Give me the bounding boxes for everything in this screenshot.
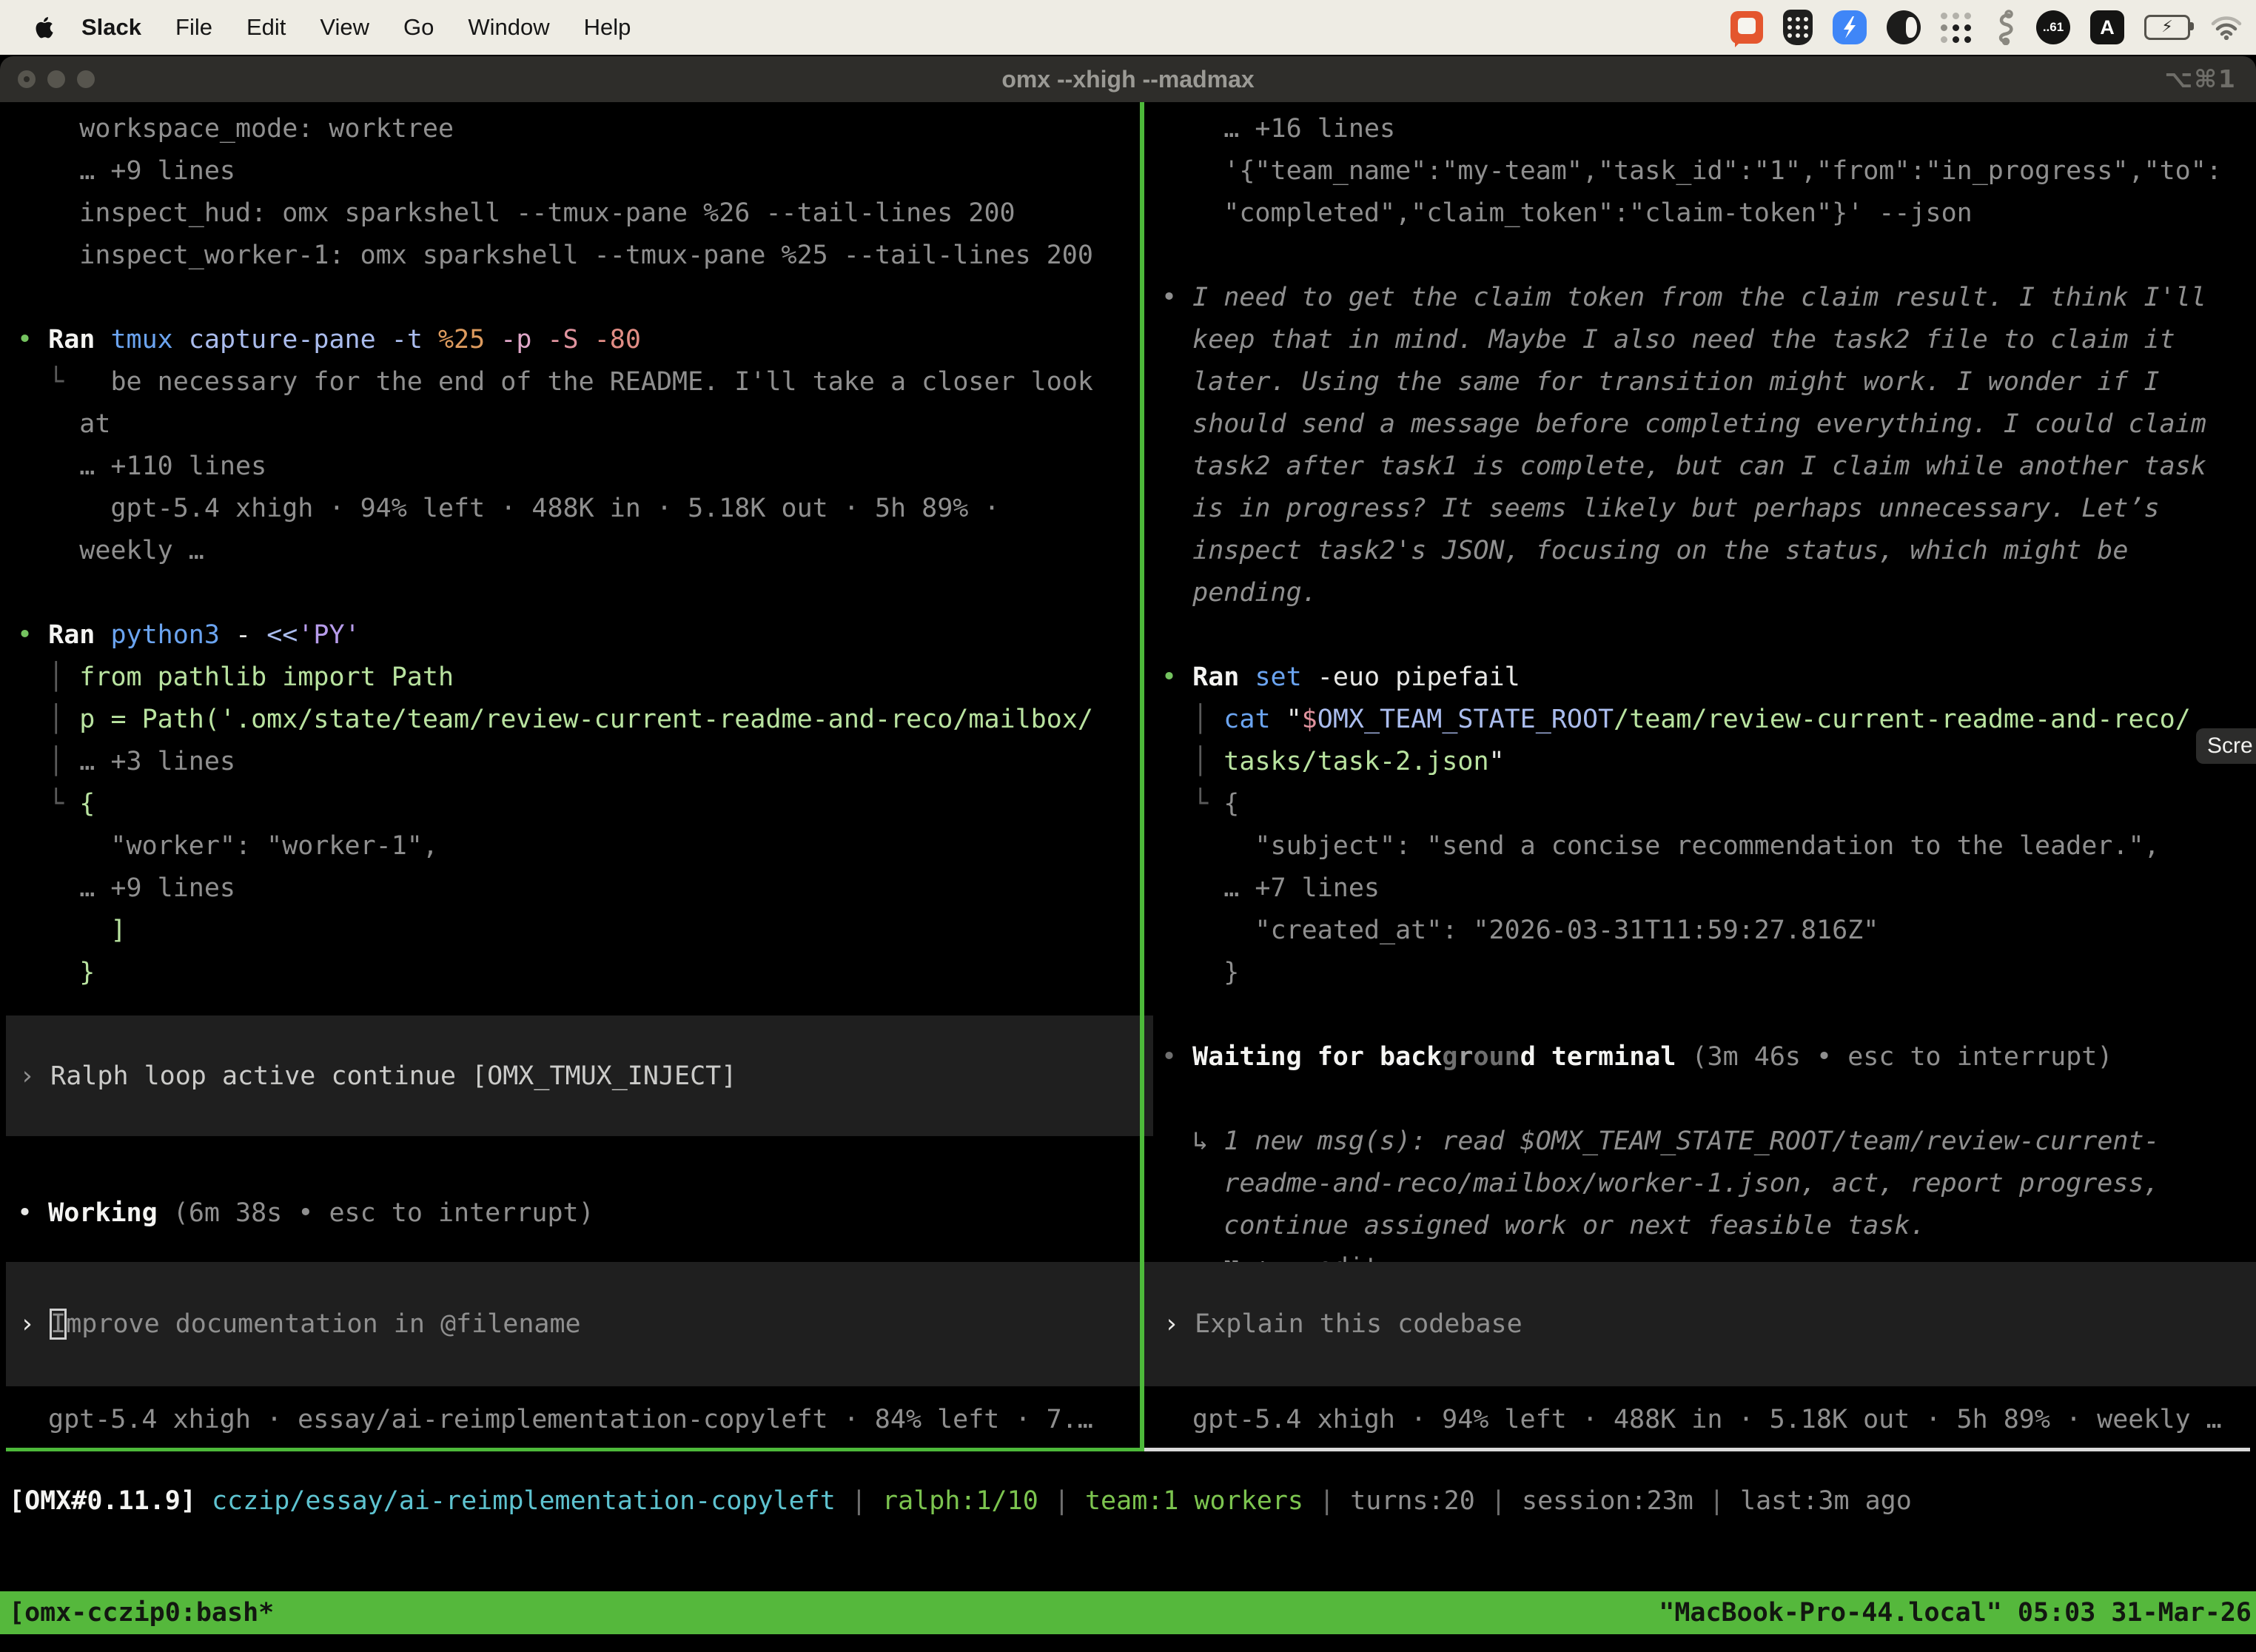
terminal-line: "worker": "worker-1", <box>6 825 1140 867</box>
terminal-line: later. Using the same for transition mig… <box>1150 361 2253 403</box>
terminal-line: • Ran python3 - <<'PY' <box>6 614 1140 657</box>
terminal-line: readme-and-reco/mailbox/worker-1.json, a… <box>1150 1163 2253 1205</box>
terminal-line: • I need to get the claim token from the… <box>1150 277 2253 319</box>
right-pane-scrollback[interactable]: … +16 lines '{"team_name":"my-team","tas… <box>1150 108 2253 1292</box>
terminal-line: should send a message before completing … <box>1150 403 2253 446</box>
terminal-line: • Ran set -euo pipefail <box>1150 657 2253 699</box>
omx-session-statusbar: [OMX#0.11.9] cczip/essay/ai-reimplementa… <box>9 1480 2256 1522</box>
terminal-line: gpt-5.4 xhigh · 94% left · 488K in · 5.1… <box>6 488 1140 530</box>
terminal-line: … +7 lines <box>1150 867 2253 910</box>
chat-app-icon[interactable] <box>1730 11 1763 44</box>
input-source-icon[interactable]: A <box>2090 10 2124 44</box>
terminal-line: … +16 lines <box>1150 108 2253 150</box>
window-shortcut-hint: ⌥⌘1 <box>2164 56 2237 102</box>
terminal-line: keep that in mind. Maybe I also need the… <box>1150 319 2253 361</box>
terminal-line: inspect_hud: omx sparkshell --tmux-pane … <box>6 192 1140 235</box>
terminal-line: │ … +3 lines <box>6 741 1140 783</box>
left-pane-scrollback[interactable]: workspace_mode: worktree … +9 lines insp… <box>6 108 1140 1011</box>
menu-item-help[interactable]: Help <box>567 14 648 41</box>
terminal-line: '{"team_name":"my-team","task_id":"1","f… <box>1150 150 2253 192</box>
tmux-pane-divider[interactable] <box>1140 102 1144 1451</box>
terminal-line: … +110 lines <box>6 446 1140 488</box>
terminal-line: … +9 lines <box>6 150 1140 192</box>
apple-menu-icon[interactable] <box>34 16 54 39</box>
terminal-line: pending. <box>1150 572 2253 614</box>
window-title: omx --xhigh --madmax <box>0 56 2256 102</box>
terminal-line: │ tasks/task-2.json" <box>1150 741 2253 783</box>
menu-item-slack[interactable]: Slack <box>64 14 158 41</box>
menu-item-go[interactable]: Go <box>386 14 451 41</box>
blue-bolt-icon[interactable] <box>1833 10 1867 44</box>
menubar-status-icons: ..61 A ⚡ <box>1730 0 2243 55</box>
terminal-line: at <box>6 403 1140 446</box>
terminal-line: } <box>6 952 1140 994</box>
right-pane-bottom-border <box>1144 1448 2250 1451</box>
terminal-line: └ { <box>6 783 1140 825</box>
window-titlebar[interactable]: omx --xhigh --madmax ⌥⌘1 <box>0 56 2256 102</box>
battery-icon[interactable]: ⚡ <box>2144 15 2190 40</box>
terminal-window: omx --xhigh --madmax ⌥⌘1 workspace_mode:… <box>0 56 2256 1652</box>
charging-bolt-icon: ⚡ <box>2161 19 2172 36</box>
screen-tooltip: Scre <box>2196 728 2256 764</box>
terminal-line: inspect task2's JSON, focusing on the st… <box>1150 530 2253 572</box>
contrast-circle-icon[interactable] <box>1887 10 1921 44</box>
terminal-line: • Ran tmux capture-pane -t %25 -p -S -80 <box>6 319 1140 361</box>
terminal-line <box>1150 614 2253 657</box>
wifi-icon[interactable] <box>2210 15 2243 40</box>
tmux-statusbar: [omx-cczip0:bash* "MacBook-Pro-44.local"… <box>0 1591 2256 1634</box>
left-pane-notice-box: › Ralph loop active continue [OMX_TMUX_I… <box>6 1015 1153 1136</box>
terminal-line: ↳ 1 new msg(s): read $OMX_TEAM_STATE_ROO… <box>1150 1121 2253 1163</box>
menu-item-file[interactable]: File <box>158 14 229 41</box>
menu-item-edit[interactable]: Edit <box>229 14 303 41</box>
terminal-line: weekly … <box>6 530 1140 572</box>
dots-grid-icon[interactable] <box>1941 13 1971 43</box>
terminal-line: continue assigned work or next feasible … <box>1150 1205 2253 1247</box>
terminal-line: task2 after task1 is complete, but can I… <box>1150 446 2253 488</box>
tmux-host-clock: "MacBook-Pro-44.local" 05:03 31-Mar-26 <box>1659 1598 2256 1628</box>
terminal-line: └ be necessary for the end of the README… <box>6 361 1140 403</box>
terminal-line: "subject": "send a concise recommendatio… <box>1150 825 2253 867</box>
macos-menubar: Slack File Edit View Go Window Help ..61… <box>0 0 2256 55</box>
terminal-line: "completed","claim_token":"claim-token"}… <box>1150 192 2253 235</box>
left-pane-working-status: • Working (6m 38s • esc to interrupt) <box>6 1192 1151 1235</box>
terminal-line: … +9 lines <box>6 867 1140 910</box>
terminal-line: is in progress? It seems likely but perh… <box>1150 488 2253 530</box>
menu-item-view[interactable]: View <box>303 14 386 41</box>
terminal-line: • Waiting for background terminal (3m 46… <box>1150 1036 2253 1078</box>
terminal-line <box>6 572 1140 614</box>
terminal-line: inspect_worker-1: omx sparkshell --tmux-… <box>6 235 1140 277</box>
right-pane-prompt-input[interactable]: › Explain this codebase <box>1150 1262 2256 1386</box>
terminal-content: workspace_mode: worktree … +9 lines insp… <box>0 102 2256 1652</box>
terminal-line: │ from pathlib import Path <box>6 657 1140 699</box>
squiggle-icon[interactable] <box>1991 10 2016 45</box>
terminal-line <box>6 277 1140 319</box>
screen: Slack File Edit View Go Window Help ..61… <box>0 0 2256 1652</box>
terminal-line: } <box>1150 952 2253 994</box>
terminal-line <box>1150 994 2253 1036</box>
terminal-line: └ { <box>1150 783 2253 825</box>
shield-grid-icon[interactable] <box>1783 10 1813 45</box>
terminal-line: "created_at": "2026-03-31T11:59:27.816Z" <box>1150 910 2253 952</box>
left-pane-prompt-input[interactable]: › Improve documentation in @filename <box>6 1262 1153 1386</box>
terminal-line: │ p = Path('.omx/state/team/review-curre… <box>6 699 1140 741</box>
percent-61-icon[interactable]: ..61 <box>2036 10 2070 44</box>
terminal-line: workspace_mode: worktree <box>6 108 1140 150</box>
terminal-line: ] <box>6 910 1140 952</box>
right-pane-model-statusline: gpt-5.4 xhigh · 94% left · 488K in · 5.1… <box>1150 1399 2256 1441</box>
tmux-session-name[interactable]: [omx-cczip0:bash* <box>0 1598 274 1628</box>
left-pane-bottom-border <box>6 1448 1144 1451</box>
left-pane-model-statusline: gpt-5.4 xhigh · essay/ai-reimplementatio… <box>6 1399 1182 1441</box>
menu-item-window[interactable]: Window <box>451 14 566 41</box>
terminal-line <box>1150 235 2253 277</box>
terminal-line: │ cat "$OMX_TEAM_STATE_ROOT/team/review-… <box>1150 699 2253 741</box>
terminal-line <box>1150 1078 2253 1121</box>
